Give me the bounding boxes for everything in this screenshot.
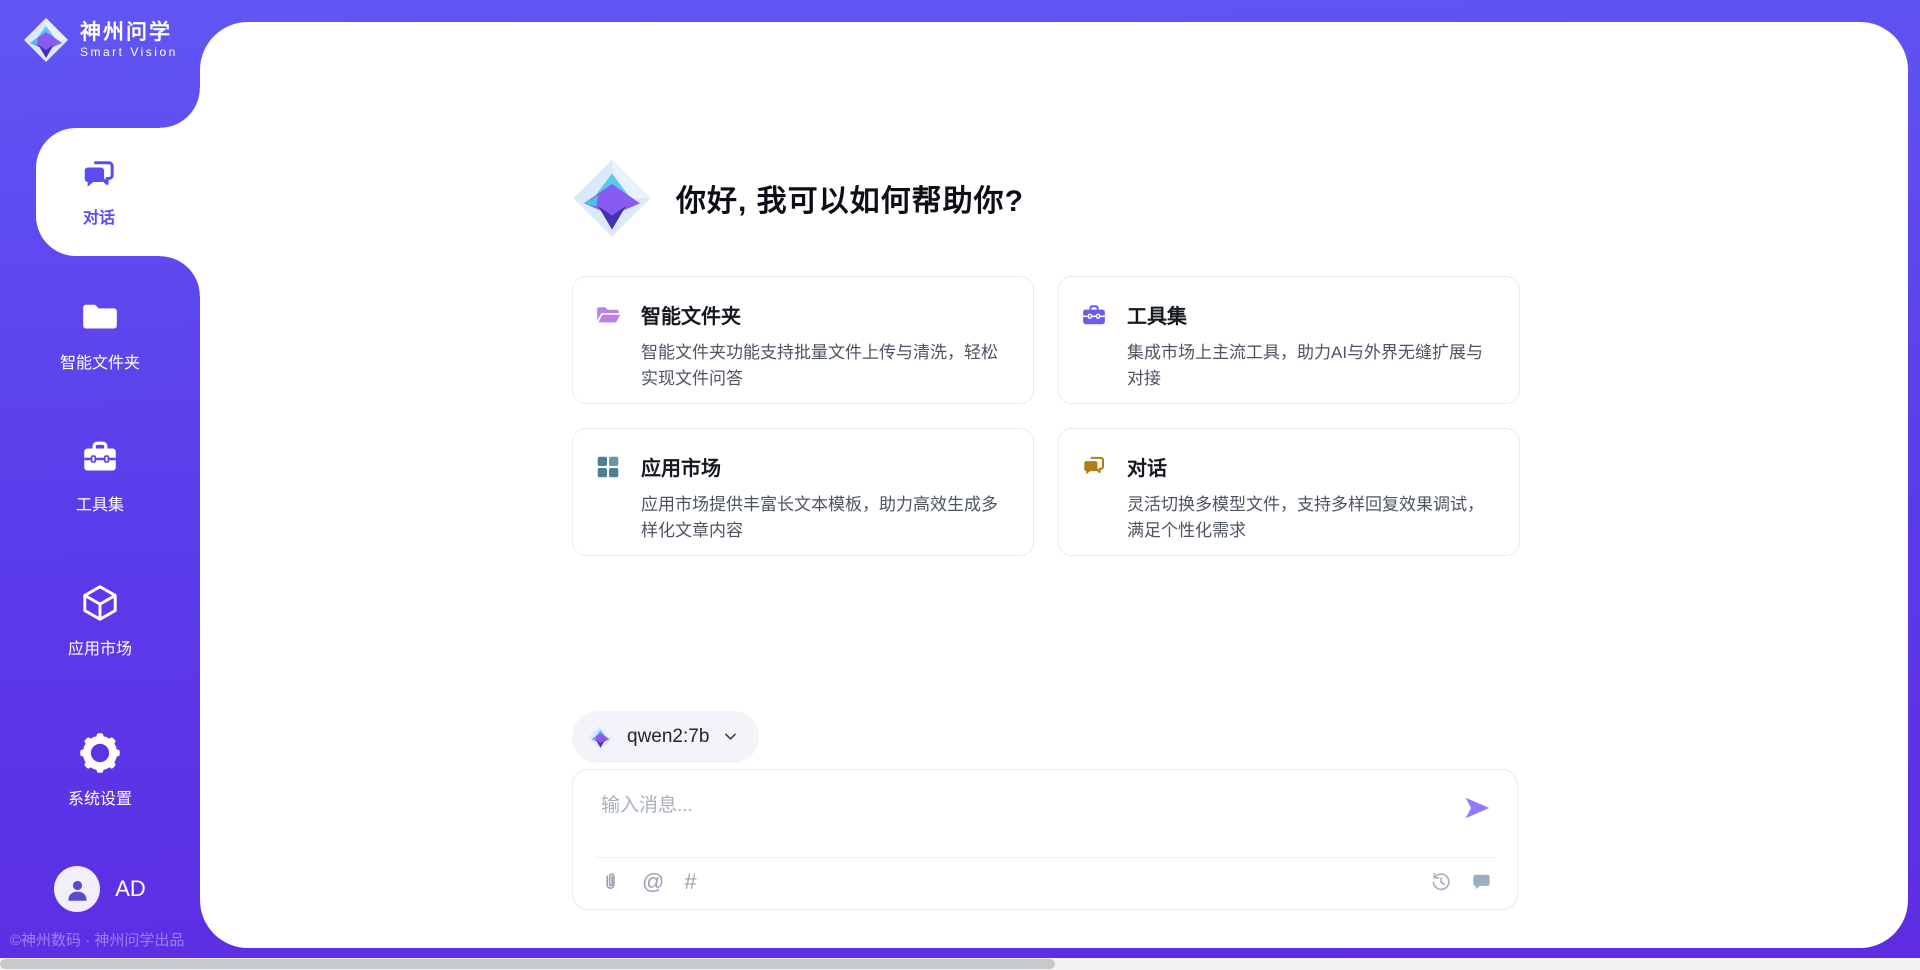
toolbox-icon (79, 438, 121, 480)
card-title: 智能文件夹 (641, 300, 741, 329)
send-icon (1461, 792, 1493, 824)
composer-divider (595, 857, 1495, 858)
sidebar-item-app-market[interactable]: 应用市场 (0, 582, 200, 659)
model-selector[interactable]: qwen2:7b (572, 711, 759, 763)
chat-icon (1081, 454, 1107, 480)
brand-logo: 神州问学 Smart Vision (22, 16, 178, 64)
send-button[interactable] (1461, 792, 1493, 824)
card-toolset[interactable]: 工具集 集成市场上主流工具，助力AI与外界无缝扩展与对接 (1058, 276, 1520, 404)
feature-cards: 智能文件夹 智能文件夹功能支持批量文件上传与清洗，轻松实现文件问答 工具集 集成… (572, 276, 1520, 556)
chat-bubble-icon[interactable] (1470, 870, 1493, 893)
hashtag-icon[interactable]: # (684, 870, 696, 893)
user-account[interactable]: AD (0, 866, 200, 912)
tab-curve-top (160, 88, 200, 128)
horizontal-scrollbar[interactable] (0, 958, 1920, 970)
greeting-block: 你好, 我可以如何帮助你? (570, 156, 1024, 240)
sidebar-item-chat[interactable]: 对话 (36, 128, 200, 256)
sidebar: 神州问学 Smart Vision 对话 智能文件夹 工具集 应用市场 系统设置… (0, 0, 200, 970)
card-chat[interactable]: 对话 灵活切换多模型文件，支持多样回复效果调试，满足个性化需求 (1058, 428, 1520, 556)
sidebar-item-label: 对话 (83, 204, 115, 228)
card-title: 工具集 (1127, 300, 1187, 329)
history-icon[interactable] (1429, 870, 1452, 893)
scrollbar-thumb[interactable] (0, 959, 1055, 969)
gear-icon (79, 732, 121, 774)
sidebar-item-smart-folder[interactable]: 智能文件夹 (0, 296, 200, 373)
sidebar-item-toolset[interactable]: 工具集 (0, 438, 200, 515)
chevron-down-icon (722, 729, 739, 746)
card-title: 对话 (1127, 452, 1167, 481)
brand-diamond-icon (22, 16, 70, 64)
folder-open-icon (595, 302, 621, 328)
greeting-title: 你好, 我可以如何帮助你? (676, 176, 1024, 220)
card-smart-folder[interactable]: 智能文件夹 智能文件夹功能支持批量文件上传与清洗，轻松实现文件问答 (572, 276, 1034, 404)
brand-name: 神州问学 (80, 21, 178, 45)
sidebar-item-label: 智能文件夹 (60, 349, 140, 373)
card-description: 智能文件夹功能支持批量文件上传与清洗，轻松实现文件问答 (641, 340, 1005, 393)
grid-icon (595, 454, 621, 480)
model-diamond-icon (587, 724, 614, 751)
model-name: qwen2:7b (627, 726, 709, 748)
person-icon (64, 876, 91, 903)
cube-icon (79, 582, 121, 624)
sidebar-item-label: 应用市场 (68, 635, 132, 659)
card-description: 集成市场上主流工具，助力AI与外界无缝扩展与对接 (1127, 340, 1491, 393)
attachment-icon[interactable] (599, 870, 622, 893)
sidebar-item-label: 系统设置 (68, 785, 132, 809)
copyright-text: ©神州数码 · 神州问学出品 (10, 929, 230, 950)
tab-curve-bottom (160, 256, 200, 296)
user-initials: AD (115, 876, 146, 902)
sidebar-item-label: 工具集 (76, 491, 124, 515)
mention-icon[interactable]: @ (642, 870, 664, 893)
sidebar-item-settings[interactable]: 系统设置 (0, 732, 200, 809)
message-composer: @ # (572, 769, 1518, 910)
card-app-market[interactable]: 应用市场 应用市场提供丰富长文本模板，助力高效生成多样化文章内容 (572, 428, 1034, 556)
toolbox-icon (1081, 302, 1107, 328)
card-description: 灵活切换多模型文件，支持多样回复效果调试，满足个性化需求 (1127, 492, 1491, 545)
message-input[interactable] (601, 790, 1441, 848)
card-description: 应用市场提供丰富长文本模板，助力高效生成多样化文章内容 (641, 492, 1005, 545)
card-title: 应用市场 (641, 452, 721, 481)
greeting-diamond-icon (570, 156, 654, 240)
chat-icon (80, 157, 118, 195)
folder-icon (79, 296, 121, 338)
brand-subtitle: Smart Vision (80, 45, 178, 59)
avatar (54, 866, 100, 912)
